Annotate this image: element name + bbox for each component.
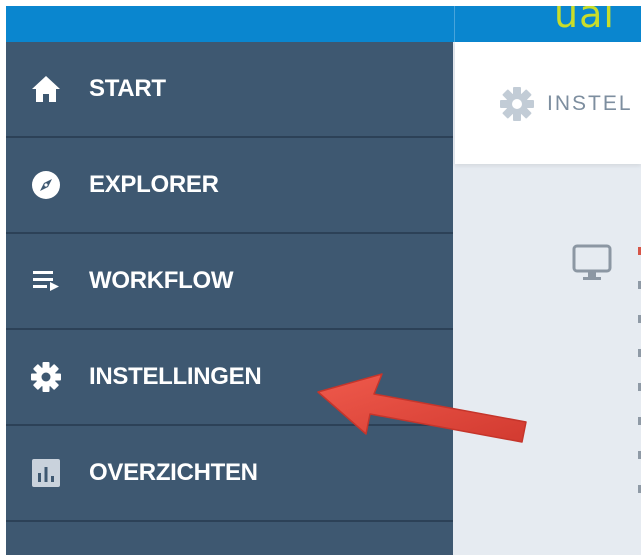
sidebar-item-label: OVERZICHTEN <box>89 459 258 486</box>
app-window: ual START EXPLORER WORKFLOW INSTELLINGEN… <box>0 0 641 555</box>
sidebar-item-label: INSTELLINGEN <box>89 363 262 390</box>
sidebar: START EXPLORER WORKFLOW INSTELLINGEN OVE… <box>6 42 453 555</box>
sidebar-item-label: EXPLORER <box>89 171 219 198</box>
sidebar-item-start[interactable]: START <box>6 42 453 138</box>
sidebar-item-workflow[interactable]: WORKFLOW <box>6 234 453 330</box>
sidebar-item-explorer[interactable]: EXPLORER <box>6 138 453 234</box>
main-content: INSTEL <box>453 42 641 555</box>
top-bar-divider <box>454 6 455 42</box>
sidebar-item-instellingen[interactable]: INSTELLINGEN <box>6 330 453 426</box>
page-title: INSTEL <box>547 92 633 115</box>
monitor-icon <box>571 242 613 284</box>
brand-logo[interactable]: ual <box>554 6 615 33</box>
compass-icon <box>28 167 64 203</box>
top-bar: ual <box>6 6 641 42</box>
page-header: INSTEL <box>455 42 641 164</box>
home-icon <box>28 71 64 107</box>
gear-icon <box>499 86 535 122</box>
gear-icon <box>28 359 64 395</box>
bar-chart-icon <box>28 455 64 491</box>
workflow-icon <box>28 263 64 299</box>
sidebar-item-label: START <box>89 75 166 102</box>
sidebar-item-label: WORKFLOW <box>89 267 234 294</box>
sidebar-item-overzichten[interactable]: OVERZICHTEN <box>6 426 453 522</box>
